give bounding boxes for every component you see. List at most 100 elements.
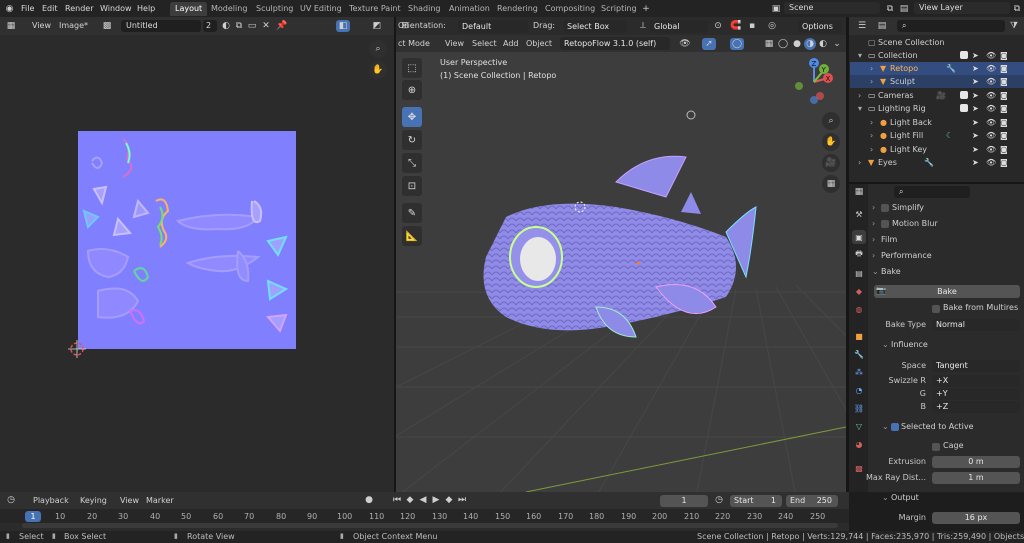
measure-tool-icon[interactable]: 📐 [402,226,422,246]
transform-tool-icon[interactable]: ⊡ [402,176,422,196]
transform-orientation-icon[interactable]: ⟂ [637,20,649,32]
outliner-item-eyes[interactable]: › ▼ Eyes 🔧 ➤ 👁 ◙ [850,156,1024,169]
render-camera-icon[interactable]: ◙ [1000,49,1008,62]
viewport-add-menu[interactable]: Add [503,38,519,50]
eye-icon[interactable]: 👁 [986,89,996,102]
select-arrow-icon[interactable]: ➤ [972,49,979,62]
render-camera-icon[interactable]: ◙ [1000,143,1008,156]
texture-tab-icon[interactable]: ▩ [852,461,866,475]
transform-orientation-dropdown[interactable]: Global [650,20,708,33]
copy-scene-icon[interactable]: ⧉ [884,2,896,15]
proportional-editing-icon[interactable]: ◎ [766,20,778,32]
material-tab-icon[interactable]: ◕ [852,437,866,451]
viewport-view-menu[interactable]: View [445,38,464,50]
eye-icon[interactable]: 👁 [986,143,996,156]
outliner-item-light-key[interactable]: › ● Light Key ➤ 👁 ◙ [850,143,1024,156]
annotate-tool-icon[interactable]: ✎ [402,203,422,223]
outliner-item-light-fill[interactable]: › ● Light Fill ☾ ➤ 👁 ◙ [850,129,1024,142]
image-browse-icon[interactable]: ▩ [100,20,114,32]
tab-uv-editing[interactable]: UV Editing [295,2,347,16]
preview-range-icon[interactable]: ◷ [713,494,725,506]
current-frame-field[interactable]: 1 [660,495,708,507]
max-ray-distance-field[interactable]: 1 m [932,472,1020,484]
bake-type-dropdown[interactable]: Normal [932,319,1020,331]
render-camera-icon[interactable]: ◙ [1000,156,1008,169]
constraints-tab-icon[interactable]: ⛓ [852,401,866,415]
extrusion-field[interactable]: 0 m [932,456,1020,468]
move-tool-icon[interactable]: ✥ [402,107,422,127]
cage-checkbox[interactable] [932,443,940,451]
outliner-root[interactable]: ▢ Scene Collection [850,36,1024,49]
exclude-checkbox[interactable] [960,104,968,112]
selected-to-active-checkbox[interactable] [891,423,899,431]
gizmo-icon[interactable]: ➚ [702,38,716,50]
display-mode-icon[interactable]: ▤ [875,20,889,32]
timeline-view-menu[interactable]: View [120,495,139,507]
options-dropdown[interactable]: Options [798,20,842,33]
render-camera-icon[interactable]: ◙ [1000,129,1008,142]
next-keyframe-icon[interactable]: ◆ [444,494,454,506]
panel-output[interactable]: ⌄ Output [870,491,1024,505]
world-tab-icon[interactable]: ◍ [852,302,866,316]
render-camera-icon[interactable]: ◙ [1000,89,1008,102]
tab-scripting[interactable]: Scripting [596,2,642,16]
render-camera-icon[interactable]: ◙ [1000,75,1008,88]
camera-view-icon[interactable]: 🎥 [822,154,840,172]
material-shading-icon[interactable]: ◑ [804,38,816,50]
tab-rendering[interactable]: Rendering [492,2,543,16]
render-camera-icon[interactable]: ◙ [1000,102,1008,115]
panel-selected-to-active[interactable]: ⌄ Selected to Active [870,420,1024,434]
panel-film[interactable]: › Film [870,233,1024,247]
shading-options-icon[interactable]: ⌄ [832,38,842,50]
scene-selector[interactable]: Scene [784,2,880,14]
editor-type-icon[interactable]: ▦ [4,20,18,32]
unlink-image-icon[interactable]: ✕ [260,20,272,32]
expand-icon[interactable]: ▾ [858,49,862,62]
scale-tool-icon[interactable]: ⤡ [402,153,422,173]
outliner-item-cameras[interactable]: › ▭ Cameras 🎥 ➤ 👁 ◙ [850,89,1024,102]
tab-sculpting[interactable]: Sculpting [251,2,298,16]
wireframe-shading-icon[interactable]: ◯ [778,38,788,50]
panel-simplify[interactable]: › Simplify [870,201,1024,215]
end-frame-field[interactable]: End 250 [786,495,838,507]
margin-field[interactable]: 16 px [932,512,1020,524]
select-arrow-icon[interactable]: ➤ [972,102,979,115]
keying-menu[interactable]: Keying [80,495,107,507]
view-layer-tab-icon[interactable]: ▤ [852,266,866,280]
timeline-scrollbar[interactable] [22,523,838,528]
select-box-tool-icon[interactable]: ⬚ [402,58,422,78]
bake-from-multires-checkbox[interactable] [932,305,940,313]
mode-dropdown[interactable]: ct Mode [398,38,430,50]
menu-window[interactable]: Window [96,2,136,15]
snap-target-icon[interactable]: ▪ [746,20,758,32]
view-layer-selector[interactable]: View Layer [914,2,1010,14]
view-layer-options-icon[interactable]: ⧉ [1011,2,1023,15]
panel-influence[interactable]: ⌄ Influence [870,338,1024,352]
drag-dropdown[interactable]: Select Box [563,20,627,33]
snap-icon[interactable]: 🧲 [730,20,742,32]
render-camera-icon[interactable]: ◙ [1000,116,1008,129]
render-tab-icon[interactable]: ▣ [852,230,866,244]
tool-tab-icon[interactable]: ⚒ [852,207,866,221]
properties-search-input[interactable]: ⌕ [894,186,970,198]
perspective-toggle-icon[interactable]: ▦ [822,175,840,193]
2d-cursor-icon[interactable] [68,340,86,358]
outliner-type-icon[interactable]: ☰ [855,20,869,32]
tab-texture-paint[interactable]: Texture Paint [344,2,406,16]
eye-icon[interactable]: 👁 [986,49,996,62]
motion-blur-checkbox[interactable] [881,220,889,228]
image-menu[interactable]: Image* [59,20,88,32]
record-icon[interactable]: ● [362,494,376,506]
select-arrow-icon[interactable]: ➤ [972,156,979,169]
output-tab-icon[interactable]: 🖶 [852,248,866,262]
panel-bake[interactable]: ⌄ Bake [870,265,1024,279]
select-arrow-icon[interactable]: ➤ [972,62,979,75]
select-arrow-icon[interactable]: ➤ [972,116,979,129]
outliner-item-collection[interactable]: ▾ ▭ Collection ➤ 👁 ◙ [850,49,1024,62]
tab-layout[interactable]: Layout [170,2,208,16]
menu-help[interactable]: Help [133,2,159,15]
menu-file[interactable]: File [17,2,38,15]
exclude-checkbox[interactable] [960,91,968,99]
playback-menu[interactable]: Playback [33,495,69,507]
tab-animation[interactable]: Animation [444,2,495,16]
